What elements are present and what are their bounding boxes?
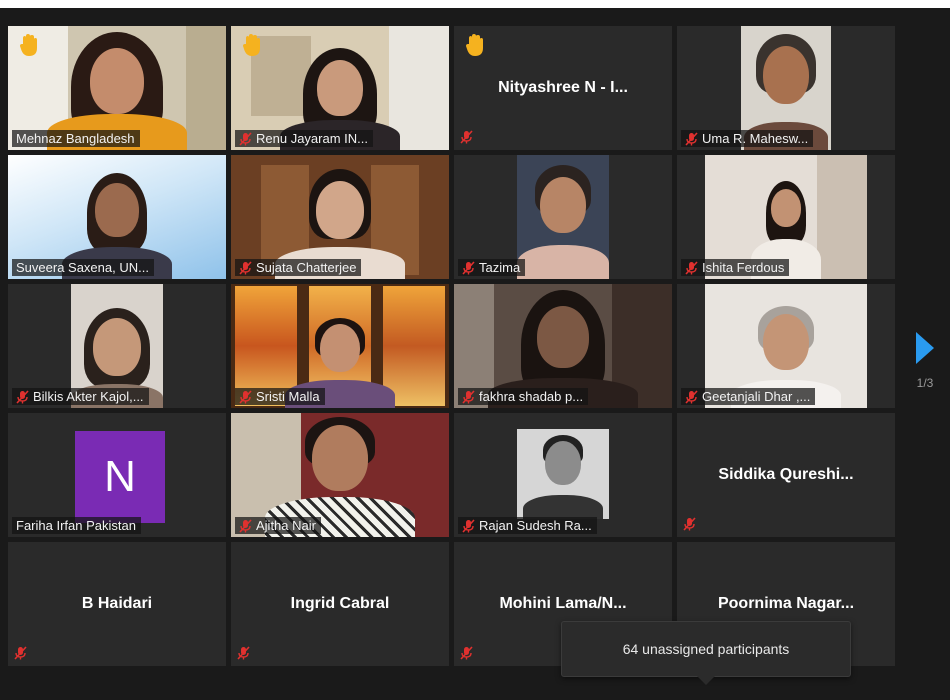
participant-tile[interactable]: Suveera Saxena, UN... (8, 155, 226, 279)
participant-name: Fariha Irfan Pakistan (16, 518, 136, 533)
participant-name: Renu Jayaram IN... (256, 131, 368, 146)
participant-name: Bilkis Akter Kajol,... (33, 389, 144, 404)
participant-name: Siddika Qureshi... (718, 466, 854, 483)
muted-mic-icon (462, 260, 475, 275)
muted-mic-icon (460, 646, 473, 660)
participant-name: B Haidari (81, 595, 153, 612)
participant-name: Poornima Nagar... (717, 595, 855, 612)
participant-name-label: Bilkis Akter Kajol,... (12, 388, 149, 405)
participant-tile[interactable]: Renu Jayaram IN... (231, 26, 449, 150)
participant-tile[interactable]: Bilkis Akter Kajol,... (8, 284, 226, 408)
unassigned-participants-tooltip[interactable]: 64 unassigned participants (561, 621, 851, 677)
raised-hand-icon (243, 34, 261, 56)
participant-name-label: Sristi Malla (235, 388, 325, 405)
muted-mic-icon (16, 389, 29, 404)
participant-name: Geetanjali Dhar ,... (702, 389, 811, 404)
video-feed (517, 429, 609, 519)
participant-tile[interactable]: Ajitha Nair (231, 413, 449, 537)
participant-tile[interactable]: Sristi Malla (231, 284, 449, 408)
participant-name-label: Sujata Chatterjee (235, 259, 362, 276)
participant-name: fakhra shadab p... (479, 389, 584, 404)
meeting-gallery-view: Mehnaz Bangladesh Renu Jayaram IN... Nit… (0, 0, 950, 700)
window-top-edge (0, 0, 950, 8)
tooltip-text: 64 unassigned participants (622, 641, 790, 657)
participant-name-label: Geetanjali Dhar ,... (681, 388, 816, 405)
muted-mic-icon (239, 260, 252, 275)
muted-mic-icon (239, 131, 252, 146)
participant-name: Ingrid Cabral (290, 595, 390, 612)
participant-name-label: Suveera Saxena, UN... (12, 259, 154, 276)
participant-tile[interactable]: B Haidari (8, 542, 226, 666)
participant-tile[interactable]: N Fariha Irfan Pakistan (8, 413, 226, 537)
participant-name: Mohini Lama/N... (499, 595, 627, 612)
participant-name: Ishita Ferdous (702, 260, 785, 275)
participant-name-label: Mehnaz Bangladesh (12, 130, 140, 147)
participant-name: Sristi Malla (256, 389, 320, 404)
participant-tile[interactable]: Uma R. Mahesw... (677, 26, 895, 150)
next-page-arrow-icon[interactable] (912, 330, 936, 366)
muted-mic-icon (239, 389, 252, 404)
muted-mic-icon (685, 260, 698, 275)
participant-name: Tazima (479, 260, 521, 275)
participant-grid: Mehnaz Bangladesh Renu Jayaram IN... Nit… (8, 26, 895, 666)
muted-mic-icon (460, 130, 473, 144)
participant-name-label: Tazima (458, 259, 526, 276)
avatar: N (75, 431, 165, 523)
tooltip-pointer (697, 676, 715, 685)
participant-name-label: fakhra shadab p... (458, 388, 589, 405)
participant-tile[interactable]: Rajan Sudesh Ra... (454, 413, 672, 537)
participant-tile[interactable]: Sujata Chatterjee (231, 155, 449, 279)
participant-tile[interactable]: Ishita Ferdous (677, 155, 895, 279)
participant-name-label: Uma R. Mahesw... (681, 130, 814, 147)
muted-mic-icon (462, 518, 475, 533)
muted-mic-icon (462, 389, 475, 404)
participant-name: Ajitha Nair (256, 518, 316, 533)
page-indicator: 1/3 (916, 376, 934, 390)
participant-name-label: Ishita Ferdous (681, 259, 790, 276)
raised-hand-icon (466, 34, 484, 56)
participant-tile[interactable]: Tazima (454, 155, 672, 279)
participant-name-label: Renu Jayaram IN... (235, 130, 373, 147)
video-feed (517, 155, 609, 279)
participant-tile[interactable]: Nityashree N - I... (454, 26, 672, 150)
muted-mic-icon (685, 131, 698, 146)
muted-mic-icon (683, 517, 696, 531)
participant-tile[interactable]: Siddika Qureshi... (677, 413, 895, 537)
participant-tile[interactable]: Geetanjali Dhar ,... (677, 284, 895, 408)
participant-tile[interactable]: fakhra shadab p... (454, 284, 672, 408)
raised-hand-icon (20, 34, 38, 56)
participant-name-label: Rajan Sudesh Ra... (458, 517, 597, 534)
participant-name: Uma R. Mahesw... (702, 131, 809, 146)
participant-tile[interactable]: Mehnaz Bangladesh (8, 26, 226, 150)
muted-mic-icon (14, 646, 27, 660)
muted-mic-icon (685, 389, 698, 404)
participant-name: Rajan Sudesh Ra... (479, 518, 592, 533)
participant-name: Nityashree N - I... (498, 79, 628, 96)
participant-name-label: Ajitha Nair (235, 517, 321, 534)
participant-name-label: Fariha Irfan Pakistan (12, 517, 141, 534)
participant-name: Suveera Saxena, UN... (16, 260, 149, 275)
participant-name: Mehnaz Bangladesh (16, 131, 135, 146)
muted-mic-icon (239, 518, 252, 533)
participant-tile[interactable]: Ingrid Cabral (231, 542, 449, 666)
muted-mic-icon (237, 646, 250, 660)
participant-name: Sujata Chatterjee (256, 260, 357, 275)
